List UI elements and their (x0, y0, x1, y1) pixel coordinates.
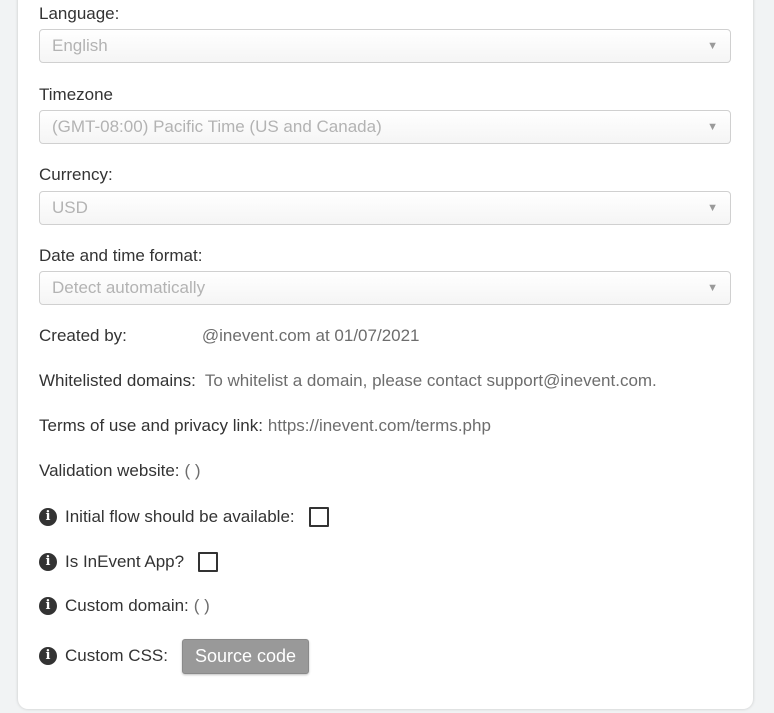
chevron-down-icon: ▼ (707, 40, 718, 52)
terms-row: Terms of use and privacy link: https://i… (39, 414, 491, 438)
chevron-down-icon: ▼ (707, 121, 718, 133)
timezone-label: Timezone (39, 85, 114, 104)
inevent-app-row: i Is InEvent App? (39, 550, 219, 574)
inevent-app-checkbox[interactable] (198, 552, 219, 572)
terms-label: Terms of use and privacy link: (39, 416, 263, 435)
whitelisted-domains-row: Whitelisted domains: To whitelist a doma… (39, 369, 657, 393)
language-label: Language: (39, 4, 120, 23)
currency-label: Currency: (39, 165, 113, 184)
validation-website-row: Validation website: ( ) (39, 459, 201, 483)
inevent-app-label: Is InEvent App? (65, 552, 185, 571)
currency-value: USD (52, 198, 88, 217)
created-by-value: @inevent.com at 01/07/2021 (201, 326, 420, 345)
validation-website-label: Validation website: (39, 461, 180, 480)
settings-card: Language: English ▼ Timezone (GMT-08:00)… (18, 0, 753, 709)
info-icon[interactable]: i (39, 508, 57, 526)
info-icon[interactable]: i (39, 553, 57, 571)
currency-select[interactable]: USD ▼ (39, 191, 731, 225)
custom-domain-value: ( ) (193, 596, 210, 615)
initial-flow-checkbox[interactable] (308, 507, 329, 527)
source-code-button[interactable]: Source code (181, 638, 310, 674)
datetime-label: Date and time format: (39, 246, 203, 265)
whitelisted-domains-label: Whitelisted domains: (39, 371, 196, 390)
chevron-down-icon: ▼ (707, 202, 718, 214)
validation-website-value: ( ) (184, 461, 201, 480)
datetime-select[interactable]: Detect automatically ▼ (39, 271, 731, 305)
initial-flow-row: i Initial flow should be available: (39, 505, 329, 529)
custom-css-label: Custom CSS: (65, 646, 168, 665)
timezone-select[interactable]: (GMT-08:00) Pacific Time (US and Canada)… (39, 110, 731, 144)
chevron-down-icon: ▼ (707, 282, 718, 294)
custom-domain-row: i Custom domain: ( ) (39, 594, 210, 618)
terms-link[interactable]: https://inevent.com/terms.php (268, 416, 491, 436)
whitelisted-domains-value: To whitelist a domain, please contact su… (204, 371, 657, 390)
created-by-row: Created by: @inevent.com at 01/07/2021 (39, 324, 420, 348)
custom-css-row: i Custom CSS: Source code (39, 638, 310, 674)
language-select[interactable]: English ▼ (39, 29, 731, 63)
timezone-value: (GMT-08:00) Pacific Time (US and Canada) (52, 117, 382, 136)
initial-flow-label: Initial flow should be available: (65, 507, 295, 526)
created-by-label: Created by: (39, 326, 127, 345)
info-icon[interactable]: i (39, 647, 57, 665)
info-icon[interactable]: i (39, 597, 57, 615)
custom-domain-label: Custom domain: (65, 596, 189, 615)
datetime-value: Detect automatically (52, 278, 206, 297)
language-value: English (52, 36, 108, 55)
